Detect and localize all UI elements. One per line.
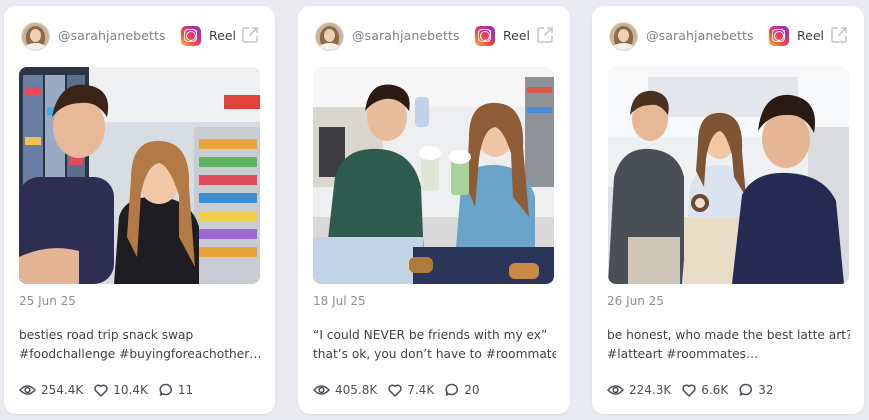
avatar[interactable]	[609, 22, 638, 51]
post-stats: 254.4K 10.4K 11	[19, 380, 265, 400]
caption-line: be honest, who made the best latte art?!	[607, 328, 850, 342]
comments-count: 11	[177, 383, 194, 397]
card-header: @sarahjanebetts Reel	[609, 22, 850, 51]
post-date: 25 Jun 25	[19, 294, 76, 308]
comments-stat: 20	[445, 383, 479, 397]
username[interactable]: @sarahjanebetts	[646, 28, 754, 43]
eye-icon	[607, 385, 624, 395]
heart-icon	[388, 383, 402, 397]
instagram-icon	[181, 26, 201, 46]
platform-label: Reel	[209, 28, 236, 43]
post-thumbnail[interactable]	[313, 67, 554, 284]
post-card[interactable]: @sarahjanebetts Reel	[298, 6, 570, 414]
instagram-icon	[769, 26, 789, 46]
post-caption: besties road trip snack swap #foodchalle…	[19, 326, 261, 364]
card-header: @sarahjanebetts Reel	[315, 22, 556, 51]
views-stat: 224.3K	[607, 383, 671, 397]
views-count: 224.3K	[629, 383, 672, 397]
instagram-icon	[475, 26, 495, 46]
post-stats: 405.8K 7.4K 20	[313, 380, 560, 400]
heart-icon	[94, 383, 108, 397]
views-stat: 405.8K	[313, 383, 377, 397]
caption-line: “I could NEVER be friends with my ex”	[313, 328, 548, 342]
post-thumbnail[interactable]	[19, 67, 260, 284]
likes-count: 6.6K	[701, 383, 729, 397]
post-card[interactable]: @sarahjanebetts Reel	[4, 6, 275, 414]
comments-stat: 32	[739, 383, 773, 397]
post-thumbnail[interactable]	[608, 67, 849, 284]
views-count: 405.8K	[335, 383, 378, 397]
post-date: 26 Jun 25	[607, 294, 664, 308]
eye-icon	[313, 385, 330, 395]
views-stat: 254.4K	[19, 383, 83, 397]
post-caption: “I could NEVER be friends with my ex” th…	[313, 326, 556, 364]
platform-label: Reel	[503, 28, 530, 43]
post-caption: be honest, who made the best latte art?!…	[607, 326, 850, 364]
username[interactable]: @sarahjanebetts	[352, 28, 460, 43]
comments-count: 32	[758, 383, 774, 397]
card-header: @sarahjanebetts Reel	[21, 22, 261, 51]
likes-stat: 10.4K	[94, 383, 148, 397]
comment-icon	[159, 383, 172, 396]
comment-icon	[445, 383, 459, 396]
likes-stat: 6.6K	[682, 383, 728, 397]
platform-label: Reel	[797, 28, 824, 43]
heart-icon	[682, 383, 696, 397]
post-date: 18 Jul 25	[313, 294, 366, 308]
external-link-icon[interactable]	[240, 25, 260, 45]
external-link-icon[interactable]	[829, 25, 849, 45]
likes-count: 10.4K	[113, 383, 148, 397]
likes-count: 7.4K	[407, 383, 435, 397]
external-link-icon[interactable]	[535, 25, 555, 45]
caption-line: besties road trip snack swap	[19, 328, 194, 342]
comments-stat: 11	[159, 383, 193, 397]
caption-line: that’s ok, you don’t have to #roommate…	[313, 347, 556, 361]
caption-line: #latteart #roommates…	[607, 347, 759, 361]
views-count: 254.4K	[41, 383, 84, 397]
avatar[interactable]	[315, 22, 344, 51]
likes-stat: 7.4K	[388, 383, 434, 397]
comments-count: 20	[464, 383, 480, 397]
eye-icon	[19, 385, 36, 395]
post-stats: 224.3K 6.6K 32	[607, 380, 854, 400]
post-card[interactable]: @sarahjanebetts Reel	[592, 6, 864, 414]
caption-line: #foodchallenge #buyingforeachother…	[19, 347, 261, 361]
username[interactable]: @sarahjanebetts	[58, 28, 166, 43]
comment-icon	[739, 383, 753, 396]
avatar[interactable]	[21, 22, 50, 51]
